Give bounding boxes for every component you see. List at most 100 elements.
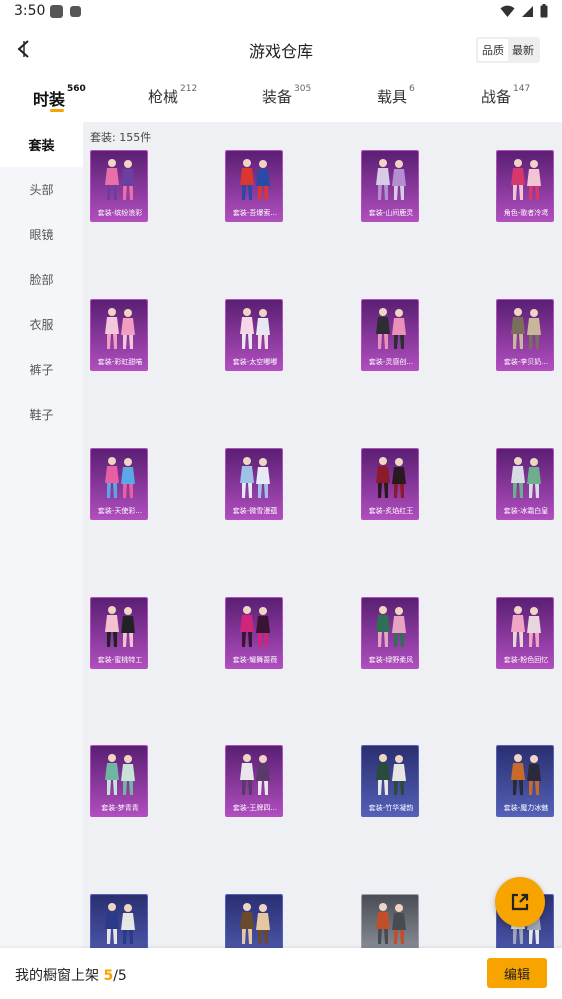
item-card[interactable]: 套装-魔力冰魅: [496, 745, 554, 817]
showcase-total: 5: [117, 968, 127, 984]
item-name: 套装-王牌四...: [232, 804, 278, 812]
outfit-preview-image: [511, 754, 541, 795]
item-name: 套装-梦青青: [101, 804, 139, 812]
tab-label: 载具: [377, 88, 408, 106]
outfit-preview-image: [376, 606, 406, 647]
outfit-preview-image: [240, 159, 270, 200]
item-name: 套装-彩虹甜喵: [97, 358, 143, 366]
item-name: 套装-炙焰红王: [368, 507, 414, 515]
tab-count: 147: [513, 84, 531, 94]
item-name: 套装-天使彩...: [97, 507, 143, 515]
item-name: 套装-冰霜白皇: [503, 507, 549, 515]
notification-a-icon: [70, 6, 81, 17]
item-card[interactable]: 套装-彩虹甜喵: [90, 299, 148, 371]
sidebar-item-head[interactable]: 头部: [0, 167, 83, 212]
signal-icon: [522, 5, 533, 17]
showcase-label: 我的橱窗上架: [15, 968, 99, 984]
sidebar-item-shoes[interactable]: 鞋子: [0, 392, 83, 437]
item-card[interactable]: 套装-灵感创...: [361, 299, 419, 371]
item-card[interactable]: 套装-王牌四...: [225, 745, 283, 817]
item-card[interactable]: 套装-吾爆索...: [225, 150, 283, 222]
item-name: 套装-粉色回忆: [503, 656, 549, 664]
item-card[interactable]: 套装-炙焰红王: [361, 448, 419, 520]
item-card[interactable]: 套装-绿野柔风: [361, 597, 419, 669]
item-name: 套装-缤纷浪彩: [97, 209, 143, 217]
item-card[interactable]: 套装-耀舞蔷薇: [225, 597, 283, 669]
tab-count: 305: [294, 84, 312, 94]
outfit-preview-image: [105, 903, 135, 944]
tab-fashion[interactable]: 时装560: [33, 84, 86, 110]
edit-button[interactable]: 编辑: [487, 958, 547, 988]
share-fab[interactable]: [495, 877, 545, 927]
item-name: 套装-魔力冰魅: [503, 804, 549, 812]
tab-firearms[interactable]: 枪械 212: [148, 84, 198, 107]
sort-latest-option[interactable]: 最新: [508, 39, 538, 61]
item-card[interactable]: 套装-缤纷浪彩: [90, 150, 148, 222]
outfit-preview-image: [376, 754, 406, 795]
item-card[interactable]: 套装-粉色回忆: [496, 597, 554, 669]
item-card[interactable]: 套装-竹华凝韵: [361, 745, 419, 817]
sort-quality-option[interactable]: 品质: [478, 39, 508, 61]
tab-equipment[interactable]: 装备 305: [262, 84, 312, 107]
tab-label: 枪械: [148, 88, 179, 106]
item-name: 套装-吾爆索...: [232, 209, 278, 217]
tab-count: 560: [67, 84, 86, 94]
item-name: 套装-蜜桃特工: [97, 656, 143, 664]
item-card[interactable]: 套装-微雪漫蕴: [225, 448, 283, 520]
category-tabs: 时装560 枪械 212 装备 305 载具 6 战备 147: [0, 76, 562, 120]
item-card[interactable]: 套装-山间鹿灵: [361, 150, 419, 222]
item-count-label: 套装: 155件: [90, 131, 152, 144]
tab-label: 时装: [33, 90, 66, 109]
sort-toggle: 品质 最新: [476, 37, 540, 63]
outfit-preview-image: [240, 606, 270, 647]
item-grid: 套装: 155件 套装-缤纷浪彩 套装-吾爆索... 套装-山间鹿灵 角色-歌者冷鸢套…: [83, 122, 562, 948]
outfit-preview-image: [240, 308, 270, 349]
item-card[interactable]: [225, 894, 283, 948]
status-right: [500, 4, 548, 18]
outfit-preview-image: [240, 457, 270, 498]
item-card[interactable]: 套装-天使彩...: [90, 448, 148, 520]
showcase-status: 我的橱窗上架 5/5: [15, 965, 127, 985]
item-name: 套装-山间鹿灵: [368, 209, 414, 217]
outfit-preview-image: [511, 159, 541, 200]
bottom-bar: 我的橱窗上架 5/5 编辑: [0, 948, 562, 999]
tab-label: 战备: [481, 88, 512, 106]
item-card[interactable]: 套装-太空嘟嘟: [225, 299, 283, 371]
tab-battle-supplies[interactable]: 战备 147: [481, 84, 531, 107]
item-card[interactable]: 角色-歌者冷鸢: [496, 150, 554, 222]
item-name: 套装-微雪漫蕴: [232, 507, 278, 515]
item-card[interactable]: [90, 894, 148, 948]
item-card[interactable]: 套装-蜜桃特工: [90, 597, 148, 669]
outfit-preview-image: [105, 308, 135, 349]
outfit-preview-image: [376, 903, 406, 944]
outfit-preview-image: [376, 308, 406, 349]
item-card[interactable]: 套装-李贝奶...: [496, 299, 554, 371]
item-card[interactable]: 套装-冰霜白皇: [496, 448, 554, 520]
outfit-preview-image: [376, 457, 406, 498]
item-name: 套装-李贝奶...: [503, 358, 549, 366]
sidebar-item-pants[interactable]: 裤子: [0, 347, 83, 392]
wifi-icon: [500, 5, 515, 17]
sidebar-item-suits[interactable]: 套装: [0, 122, 83, 167]
sidebar-item-clothes[interactable]: 衣服: [0, 302, 83, 347]
outfit-preview-image: [105, 159, 135, 200]
showcase-current: 5: [103, 968, 114, 984]
outfit-preview-image: [240, 903, 270, 944]
battery-icon: [540, 4, 548, 18]
tab-count: 6: [409, 84, 415, 94]
outfit-preview-image: [511, 606, 541, 647]
outfit-preview-image: [511, 308, 541, 349]
item-card[interactable]: 套装-梦青青: [90, 745, 148, 817]
tab-vehicles[interactable]: 载具 6: [377, 84, 415, 107]
item-name: 套装-绿野柔风: [368, 656, 414, 664]
sidebar-item-face[interactable]: 脸部: [0, 257, 83, 302]
item-card[interactable]: [361, 894, 419, 948]
item-name: 角色-歌者冷鸢: [503, 209, 549, 217]
tab-count: 212: [180, 84, 198, 94]
sidebar-item-glasses[interactable]: 眼镜: [0, 212, 83, 257]
outfit-preview-image: [105, 457, 135, 498]
item-name: 套装-耀舞蔷薇: [232, 656, 278, 664]
outfit-preview-image: [105, 754, 135, 795]
share-icon: [511, 893, 529, 911]
outfit-preview-image: [105, 606, 135, 647]
